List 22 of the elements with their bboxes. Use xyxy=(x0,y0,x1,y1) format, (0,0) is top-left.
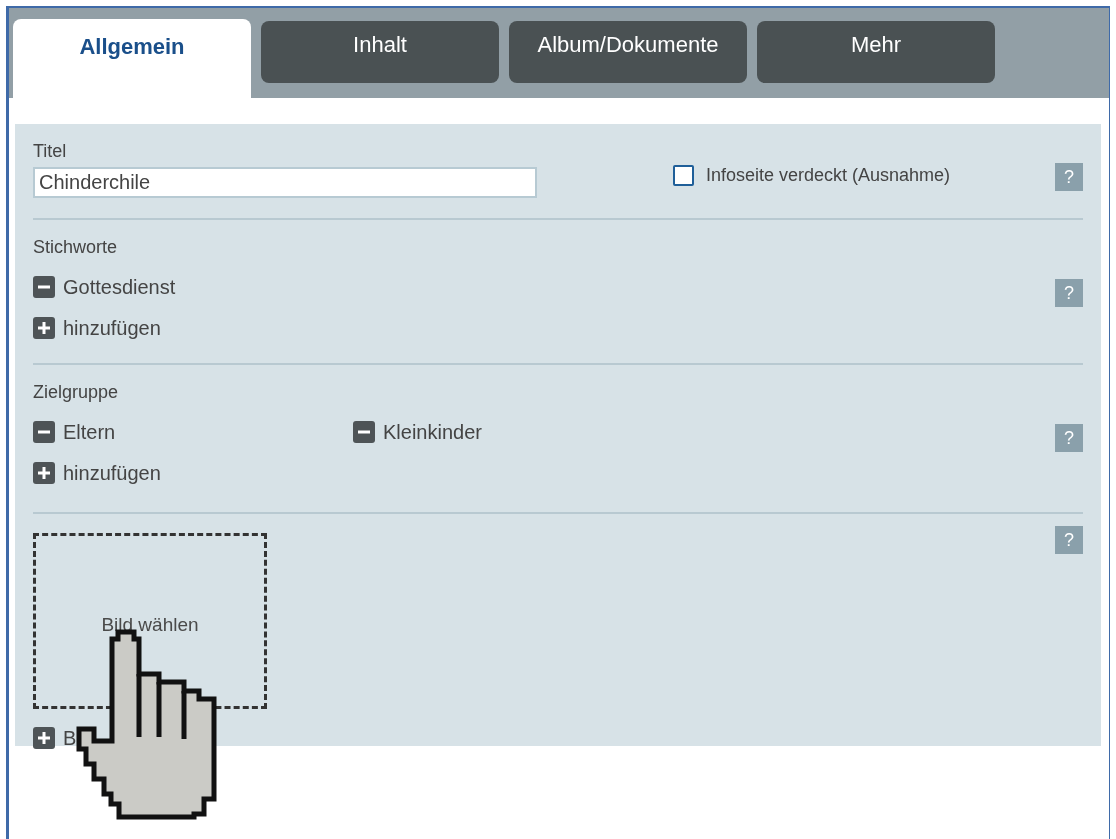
field-label: Titel xyxy=(33,140,68,163)
tag-label: Eltern xyxy=(63,420,116,445)
checkbox-label: Infoseite verdeckt (Ausnahme) xyxy=(706,164,951,187)
checkbox[interactable] xyxy=(673,165,694,186)
add-link[interactable]: hinzufügen xyxy=(63,313,161,343)
tag-label: Gottesdienst xyxy=(63,275,176,300)
section-label: Zielgruppe xyxy=(33,381,120,404)
tab[interactable]: Allgemein xyxy=(13,19,251,98)
tab[interactable]: Inhalt xyxy=(261,21,499,83)
plus-icon[interactable] xyxy=(33,317,55,339)
tab[interactable]: Album/Dokumente xyxy=(509,21,747,83)
add-link[interactable]: hinzufügen xyxy=(63,458,161,488)
section-label: Stichworte xyxy=(33,236,119,259)
minus-icon[interactable] xyxy=(33,421,55,443)
minus-icon[interactable] xyxy=(353,421,375,443)
tag-label: Kleinkinder xyxy=(383,420,482,445)
plus-icon[interactable] xyxy=(33,462,55,484)
title-input[interactable]: Chinderchile xyxy=(33,167,537,198)
plus-icon[interactable] xyxy=(33,727,55,749)
add-link[interactable]: B xyxy=(63,723,77,753)
minus-icon[interactable] xyxy=(33,276,55,298)
tab[interactable]: Mehr xyxy=(757,21,995,83)
